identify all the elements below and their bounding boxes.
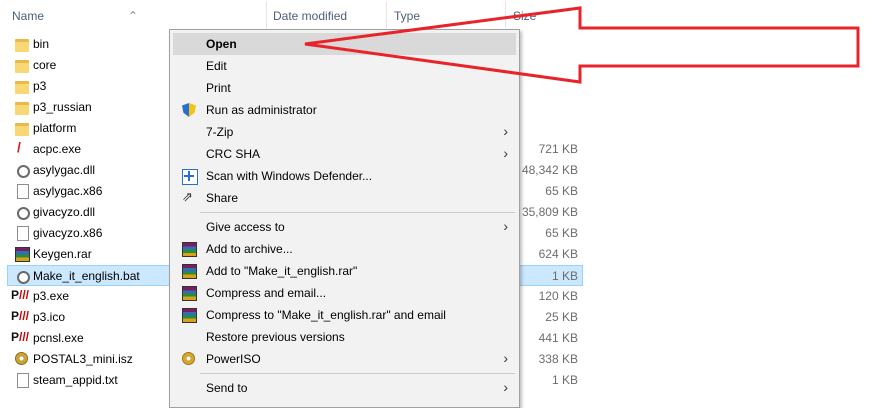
annotation-arrow-icon [304, 6, 860, 84]
